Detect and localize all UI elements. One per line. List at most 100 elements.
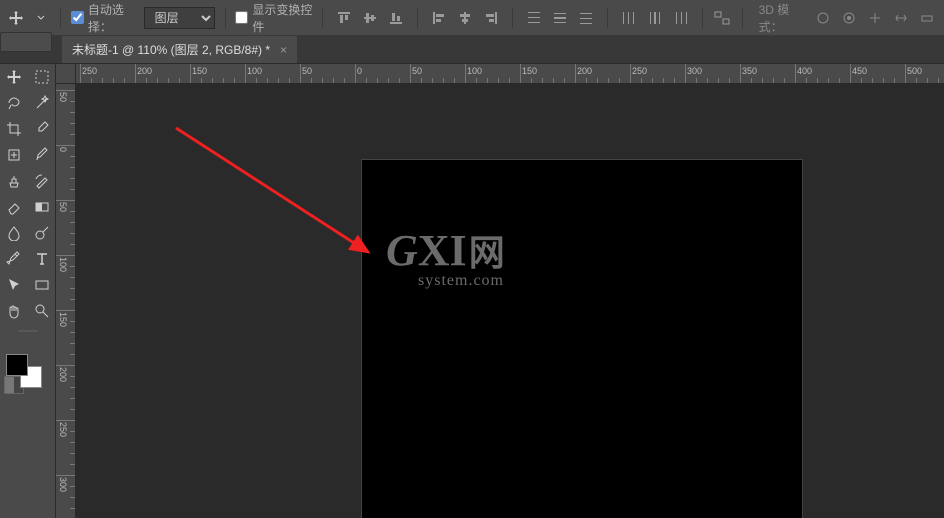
tool-separator — [0, 324, 56, 338]
auto-align-icon[interactable] — [713, 7, 732, 29]
lasso-tool-icon[interactable] — [0, 90, 28, 116]
distribute-left-icon[interactable] — [618, 7, 640, 29]
close-icon[interactable]: × — [280, 43, 287, 57]
distribute-hcenter-icon[interactable] — [644, 7, 666, 29]
align-hcenter-icon[interactable] — [454, 7, 476, 29]
blur-tool-icon[interactable] — [0, 220, 28, 246]
horizontal-ruler: 2502001501005005010015020025030035040045… — [76, 64, 944, 84]
distribute-right-icon[interactable] — [670, 7, 692, 29]
ruler-label: 150 — [58, 312, 68, 327]
ruler-label: 450 — [852, 66, 867, 76]
distribute-h-group — [618, 7, 692, 29]
separator — [702, 8, 703, 28]
ruler-label: 500 — [907, 66, 922, 76]
document-tab[interactable]: 未标题-1 @ 110% (图层 2, RGB/8#) * × — [62, 36, 297, 63]
pan-icon[interactable] — [864, 7, 886, 29]
ruler-label: 50 — [302, 66, 312, 76]
type-tool-icon[interactable] — [28, 246, 56, 272]
dodge-tool-icon[interactable] — [28, 220, 56, 246]
move-tool-indicator-icon — [6, 7, 25, 29]
ruler-label: 250 — [632, 66, 647, 76]
ruler-label: 100 — [467, 66, 482, 76]
separator — [512, 8, 513, 28]
align-bottom-icon[interactable] — [385, 7, 407, 29]
ruler-label: 100 — [247, 66, 262, 76]
align-vcenter-icon[interactable] — [359, 7, 381, 29]
ruler-origin-corner[interactable] — [56, 64, 76, 84]
ruler-label: 150 — [522, 66, 537, 76]
main-area: 50050100150200250300 2502001501005005010… — [0, 64, 944, 518]
hand-tool-icon[interactable] — [0, 298, 28, 324]
pen-tool-icon[interactable] — [0, 246, 28, 272]
separator — [742, 8, 743, 28]
separator — [60, 8, 61, 28]
orbit-icon[interactable] — [812, 7, 834, 29]
chevron-down-icon[interactable] — [31, 7, 50, 29]
path-select-tool-icon[interactable] — [0, 272, 28, 298]
align-top-icon[interactable] — [333, 7, 355, 29]
ruler-label: 200 — [137, 66, 152, 76]
ruler-label: 0 — [357, 66, 362, 76]
ruler-label: 50 — [58, 202, 68, 212]
rectangle-tool-icon[interactable] — [28, 272, 56, 298]
distribute-vcenter-icon[interactable] — [549, 7, 571, 29]
ruler-label: 300 — [58, 477, 68, 492]
foreground-swatch[interactable] — [6, 354, 28, 376]
separator — [225, 8, 226, 28]
gradient-tool-icon[interactable] — [28, 194, 56, 220]
tab-title: 未标题-1 @ 110% (图层 2, RGB/8#) * — [72, 41, 270, 58]
brush-tool-icon[interactable] — [28, 142, 56, 168]
separator — [417, 8, 418, 28]
show-transform-checkbox[interactable]: 显示变换控件 — [235, 1, 312, 35]
distribute-group — [523, 7, 597, 29]
options-bar: 自动选择： 图层 显示变换控件 3D 模式： — [0, 0, 944, 36]
scale-icon[interactable] — [916, 7, 938, 29]
eyedropper-tool-icon[interactable] — [28, 116, 56, 142]
marquee-tool-icon[interactable] — [28, 64, 56, 90]
ruler-label: 300 — [687, 66, 702, 76]
mode3d-label: 3D 模式： — [759, 1, 806, 35]
mode3d-group — [812, 7, 938, 29]
layer-select[interactable]: 图层 — [144, 7, 215, 29]
separator — [607, 8, 608, 28]
distribute-bottom-icon[interactable] — [575, 7, 597, 29]
ruler-label: 350 — [742, 66, 757, 76]
align-left-icon[interactable] — [428, 7, 450, 29]
move-tool-icon[interactable] — [0, 64, 28, 90]
show-transform-label: 显示变换控件 — [252, 1, 312, 35]
document-tab-bar: 未标题-1 @ 110% (图层 2, RGB/8#) * × — [0, 36, 944, 64]
eraser-tool-icon[interactable] — [0, 194, 28, 220]
zoom-tool-icon[interactable] — [28, 298, 56, 324]
auto-select-label: 自动选择： — [88, 1, 138, 35]
separator — [322, 8, 323, 28]
document-canvas[interactable] — [362, 160, 802, 518]
ruler-label: 250 — [58, 422, 68, 437]
align-group-vertical — [333, 7, 407, 29]
tool-palette — [0, 64, 56, 518]
distribute-top-icon[interactable] — [523, 7, 545, 29]
clone-stamp-tool-icon[interactable] — [0, 168, 28, 194]
vertical-ruler: 50050100150200250300 — [56, 64, 76, 518]
align-group-horizontal — [428, 7, 502, 29]
roll-icon[interactable] — [838, 7, 860, 29]
ruler-label: 50 — [58, 92, 68, 102]
ruler-label: 150 — [192, 66, 207, 76]
canvas-viewport[interactable]: GXI网 system.com — [76, 84, 944, 518]
canvas-area: 2502001501005005010015020025030035040045… — [76, 64, 944, 518]
annotation-arrow-icon — [172, 124, 382, 264]
auto-select-checkbox[interactable]: 自动选择： — [71, 1, 138, 35]
ruler-label: 200 — [577, 66, 592, 76]
healing-brush-tool-icon[interactable] — [0, 142, 28, 168]
history-brush-tool-icon[interactable] — [28, 168, 56, 194]
magic-wand-tool-icon[interactable] — [28, 90, 56, 116]
ruler-label: 0 — [58, 147, 68, 152]
slide-icon[interactable] — [890, 7, 912, 29]
ruler-label: 250 — [82, 66, 97, 76]
ruler-label: 100 — [58, 257, 68, 272]
align-right-icon[interactable] — [480, 7, 502, 29]
panel-handle[interactable] — [0, 32, 52, 52]
color-swatches[interactable] — [0, 350, 56, 396]
ruler-label: 50 — [412, 66, 422, 76]
crop-tool-icon[interactable] — [0, 116, 28, 142]
ruler-label: 400 — [797, 66, 812, 76]
